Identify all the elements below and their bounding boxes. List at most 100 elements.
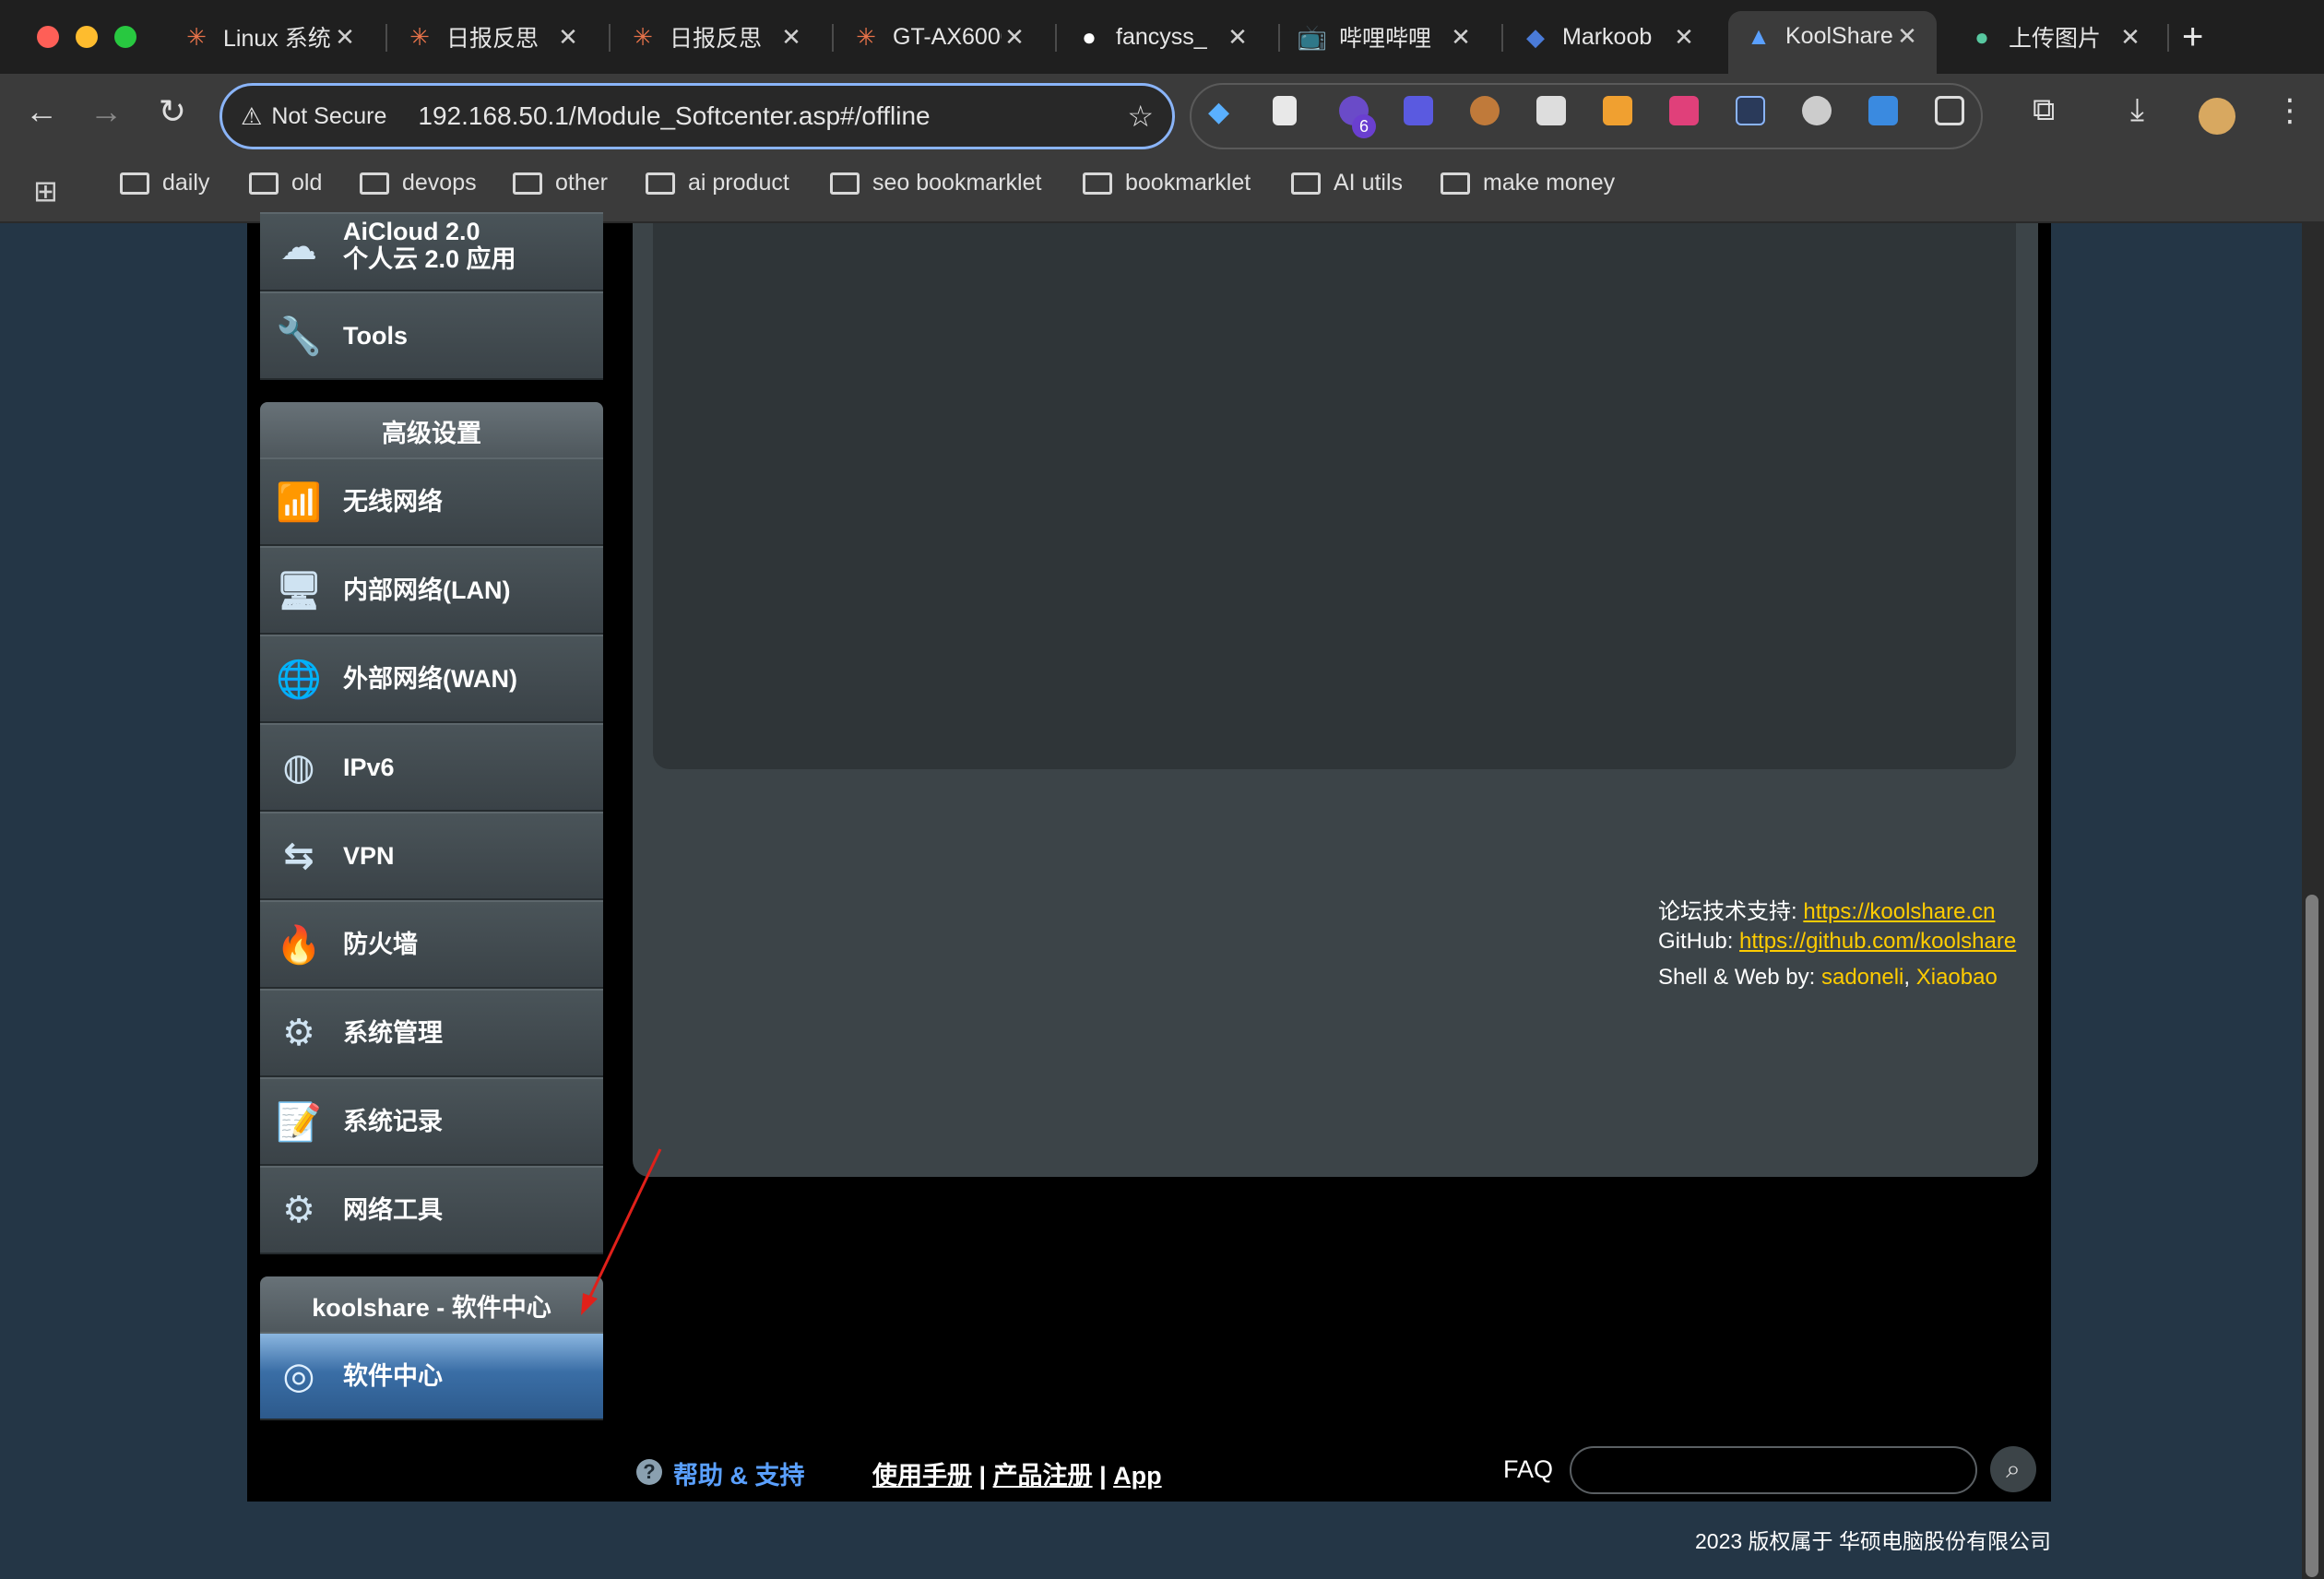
close-icon[interactable]: ✕ (1448, 23, 1474, 52)
tab-upload-image[interactable]: ● 上传图片 ✕ (1951, 13, 2160, 61)
extension-cookie-icon[interactable] (1470, 96, 1500, 125)
close-icon[interactable]: ✕ (778, 23, 804, 52)
spark-icon: ✳ (633, 22, 653, 51)
github-link[interactable]: https://github.com/koolshare (1739, 929, 2016, 954)
bookmark-folder[interactable]: make money (1441, 170, 1615, 196)
bookmark-folder[interactable]: AI utils (1291, 170, 1403, 196)
extension-capture-icon[interactable] (1736, 96, 1765, 125)
reload-icon[interactable]: ↻ (149, 92, 196, 131)
bookmark-label: other (555, 170, 608, 196)
sidebar-item-aicloud[interactable]: ☁ AiCloud 2.0 个人云 2.0 应用 (260, 212, 603, 291)
inner-content-panel (653, 223, 2016, 769)
forum-link[interactable]: https://koolshare.cn (1803, 899, 1995, 924)
bookmark-folder[interactable]: old (249, 170, 322, 196)
sidebar-item-network-tools[interactable]: ⚙ 网络工具 (260, 1166, 603, 1254)
more-menu-icon[interactable]: ⋮ (2274, 92, 2306, 129)
sidebar-item-wan[interactable]: 🌐 外部网络(WAN) (260, 635, 603, 723)
close-icon[interactable]: ✕ (1894, 22, 1920, 51)
tab-bilibili[interactable]: 📺 哔哩哔哩 ✕ (1282, 13, 1490, 61)
sidebar-item-softcenter[interactable]: ◎ 软件中心 (260, 1332, 603, 1420)
search-tabs-icon[interactable]: ⧉ (2033, 92, 2055, 128)
close-icon[interactable]: ✕ (1671, 23, 1697, 52)
maximize-window-button[interactable] (114, 26, 136, 48)
sidebar-item-wireless[interactable]: 📶 无线网络 (260, 457, 603, 546)
manual-link[interactable]: 使用手册 (872, 1462, 972, 1490)
extension-gem-icon[interactable]: ◆ (1208, 96, 1238, 127)
search-icon[interactable]: ⌕ (1990, 1446, 2036, 1492)
bookmark-folder[interactable]: bookmarklet (1083, 170, 1251, 196)
picgo-icon: ● (1974, 22, 1989, 51)
tab-label: GT-AX6000 (893, 23, 1002, 50)
sidebar-item-vpn[interactable]: ⇆ VPN (260, 812, 603, 900)
close-icon[interactable]: ✕ (2117, 23, 2143, 52)
tab-label: Markoob (1562, 23, 1653, 50)
spark-icon: ✳ (856, 22, 876, 51)
extension-page-icon[interactable] (1273, 96, 1297, 125)
extension-file-icon[interactable] (1868, 96, 1898, 125)
bookmark-folder[interactable]: seo bookmarklet (830, 170, 1041, 196)
advanced-settings-header: 高级设置 (260, 402, 603, 459)
sidebar-item-administration[interactable]: ⚙ 系统管理 (260, 989, 603, 1077)
tab-label: KoolShare (1785, 22, 1893, 49)
bookmark-folder[interactable]: other (513, 170, 608, 196)
extension-tdk-icon[interactable] (1404, 96, 1433, 125)
tab-markoob[interactable]: ◆ Markoob ✕ (1505, 13, 1713, 61)
close-window-button[interactable] (37, 26, 59, 48)
close-icon[interactable]: ✕ (555, 23, 581, 52)
markoob-icon: ◆ (1526, 22, 1545, 51)
faq-search-input[interactable] (1570, 1446, 1977, 1494)
sidebar-item-label: 外部网络(WAN) (343, 665, 517, 693)
sidebar-item-ipv6[interactable]: ◍ IPv6 (260, 723, 603, 812)
ipv6-icon: ◍ (282, 747, 315, 788)
url-text[interactable]: 192.168.50.1/Module_Softcenter.asp#/offl… (418, 101, 1127, 131)
new-tab-button[interactable]: + (2182, 17, 2203, 58)
minimize-window-button[interactable] (76, 26, 98, 48)
bookmark-star-icon[interactable]: ☆ (1127, 99, 1154, 134)
tab-linux[interactable]: ✳ Linux 系统 ✕ (166, 13, 374, 61)
footer-links: 使用手册 | 产品注册 | App (872, 1462, 1162, 1490)
extension-cloud-icon[interactable] (1802, 96, 1832, 125)
extension-color-icon[interactable] (1603, 96, 1632, 125)
apps-grid-icon[interactable]: ⊞ (33, 173, 58, 208)
app-link[interactable]: App (1113, 1462, 1161, 1490)
sidebar-item-tools[interactable]: 🔧 Tools (260, 291, 603, 380)
security-label[interactable]: Not Secure (271, 103, 386, 130)
bookmark-folder[interactable]: daily (120, 170, 209, 196)
extension-translate-icon[interactable] (1669, 96, 1699, 125)
github-icon: ● (1082, 22, 1097, 51)
address-bar[interactable]: ⚠ Not Secure 192.168.50.1/Module_Softcen… (219, 83, 1175, 149)
extension-glasses-icon[interactable] (1536, 96, 1566, 125)
copyright-text: 2023 版权属于 华硕电脑股份有限公司 (1695, 1529, 2051, 1553)
sidebar-item-firewall[interactable]: 🔥 防火墙 (260, 900, 603, 989)
extensions-group (1190, 83, 1983, 149)
tab-koolshare[interactable]: ▲ KoolShare ✕ (1728, 11, 1937, 74)
author-link[interactable]: sadoneli (1821, 965, 1903, 990)
tab-daily-reflection-1[interactable]: ✳ 日报反思 ✕ (389, 13, 598, 61)
help-support-link[interactable]: 帮助 & 支持 (673, 1455, 805, 1491)
profile-avatar[interactable] (2199, 98, 2235, 135)
scrollbar-thumb[interactable] (2306, 895, 2318, 1577)
bookmark-folder[interactable]: ai product (646, 170, 789, 196)
tab-label: fancyss_ (1116, 23, 1207, 50)
author-link[interactable]: Xiaobao (1916, 965, 1998, 990)
bookmark-label: seo bookmarklet (872, 170, 1042, 196)
download-icon[interactable]: ⤓ (2130, 92, 2144, 128)
sidebar-item-lan[interactable]: 🖥 内部网络(LAN) (260, 546, 603, 635)
back-arrow-icon[interactable]: ← (18, 92, 65, 131)
bookmark-label: ai product (688, 170, 789, 196)
sidebar-item-system-log[interactable]: 📝 系统记录 (260, 1077, 603, 1166)
tab-daily-reflection-2[interactable]: ✳ 日报反思 ✕ (612, 13, 821, 61)
bilibili-icon: 📺 (1297, 22, 1328, 51)
tab-gt-ax6000[interactable]: ✳ GT-AX6000 ✕ (836, 13, 1044, 61)
register-link[interactable]: 产品注册 (993, 1462, 1093, 1490)
close-icon[interactable]: ✕ (1002, 23, 1027, 52)
close-icon[interactable]: ✕ (332, 23, 358, 52)
extensions-puzzle-icon[interactable] (1935, 96, 1964, 125)
close-icon[interactable]: ✕ (1225, 23, 1251, 52)
folder-icon (1083, 172, 1112, 195)
forward-arrow-icon[interactable]: → (83, 92, 129, 131)
tab-fancyss[interactable]: ● fancyss_ ✕ (1059, 13, 1267, 61)
folder-icon (646, 172, 675, 195)
bookmark-label: AI utils (1334, 170, 1404, 196)
bookmark-folder[interactable]: devops (360, 170, 477, 196)
